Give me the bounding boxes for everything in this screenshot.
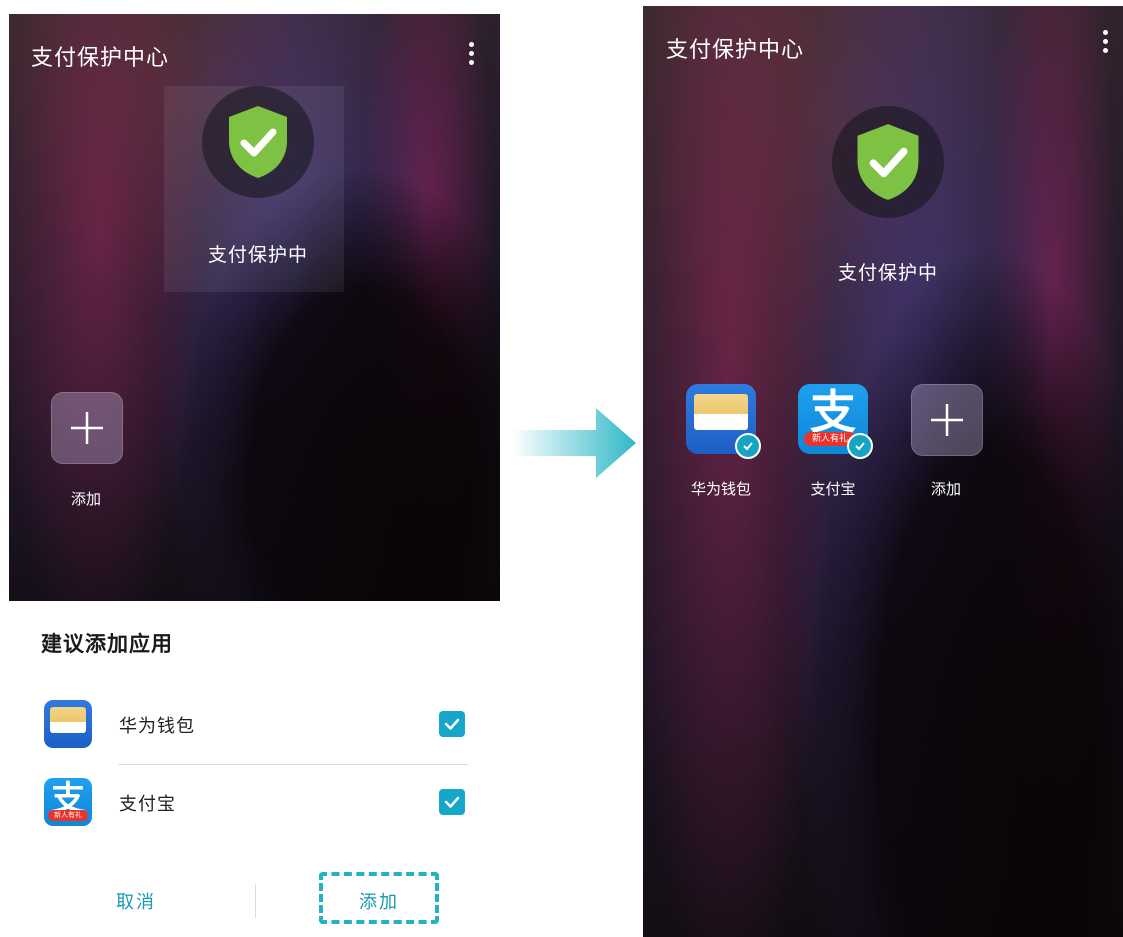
- page-title: 支付保护中心: [666, 38, 805, 63]
- right-phone-screen: 支付保护中心 支付保护中 华为钱包 支 新人有礼 支付宝 添加: [643, 6, 1123, 937]
- plus-icon: [71, 412, 103, 444]
- plus-icon: [931, 404, 963, 436]
- alipay-icon: 支 新人有礼: [44, 778, 92, 826]
- more-options-icon[interactable]: [1101, 30, 1109, 56]
- app-label: 添加: [930, 480, 961, 498]
- row-divider: [118, 764, 468, 765]
- check-icon: [444, 718, 460, 730]
- shield-check-icon: [229, 106, 287, 178]
- protected-badge-icon: [735, 433, 761, 459]
- add-app-label: 添加: [70, 490, 101, 508]
- more-options-icon[interactable]: [467, 42, 475, 68]
- huawei-wallet-icon: [44, 700, 92, 748]
- list-item-huawei-wallet[interactable]: 华为钱包: [41, 698, 471, 754]
- add-button[interactable]: 添加: [337, 888, 421, 914]
- arrow-right-icon: [512, 408, 636, 478]
- check-icon: [444, 796, 460, 808]
- shield-status: [832, 106, 944, 218]
- shield-check-icon: [857, 124, 919, 200]
- list-item-alipay[interactable]: 支 新人有礼 支付宝: [41, 776, 471, 832]
- select-checkbox[interactable]: [439, 711, 465, 737]
- protection-status-text: 支付保护中: [208, 244, 309, 266]
- add-app-button[interactable]: [51, 392, 123, 464]
- protection-status-text: 支付保护中: [838, 262, 939, 284]
- button-divider: [255, 884, 256, 918]
- app-label: 华为钱包: [690, 480, 751, 498]
- protected-badge-icon: [847, 433, 873, 459]
- sheet-title: 建议添加应用: [41, 632, 173, 656]
- select-checkbox[interactable]: [439, 789, 465, 815]
- left-phone-screen: 支付保护中心 支付保护中 添加: [9, 14, 500, 601]
- cancel-button[interactable]: 取消: [96, 888, 176, 914]
- shield-status: [202, 86, 314, 198]
- app-name: 华为钱包: [119, 716, 195, 737]
- add-app-button[interactable]: [911, 384, 983, 456]
- app-label: 支付宝: [810, 480, 856, 498]
- app-name: 支付宝: [119, 794, 176, 815]
- page-title: 支付保护中心: [31, 46, 170, 71]
